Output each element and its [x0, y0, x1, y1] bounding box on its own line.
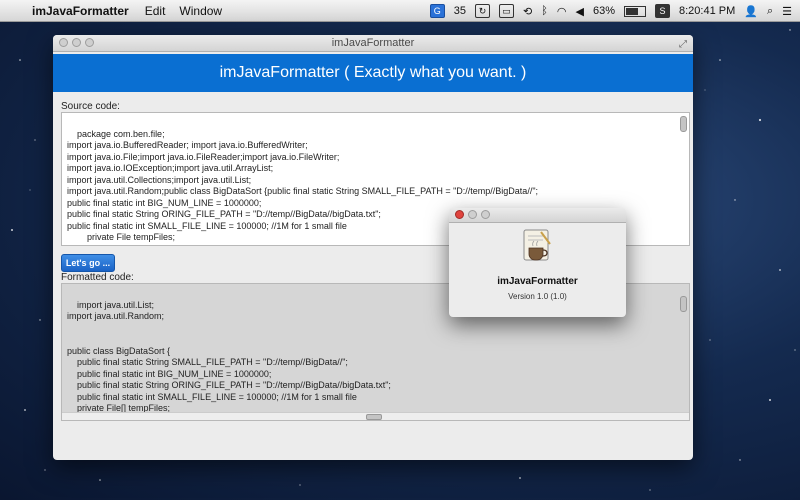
about-window-controls [455, 210, 490, 219]
about-app-name: imJavaFormatter [497, 276, 578, 287]
menu-app-name[interactable]: imJavaFormatter [32, 4, 129, 18]
window-title: imJavaFormatter [331, 37, 415, 49]
screen-icon[interactable]: ▭ [499, 4, 515, 18]
battery-percent: 63% [592, 5, 615, 17]
window-controls [59, 38, 94, 47]
source-code-label: Source code: [61, 101, 120, 112]
minimize-button[interactable] [72, 38, 81, 47]
status-area: G 35 ↻ ▭ ⟲ ᛒ ◠ ◀ 63% S 8:20:41 PM 👤 ⌕ ☰ [429, 0, 792, 22]
volume-icon[interactable]: ◀ [575, 5, 583, 18]
fullscreen-icon[interactable]: ⤢ [679, 37, 687, 53]
formatted-horizontal-scrollbar[interactable] [62, 412, 689, 420]
app-icon [523, 229, 551, 261]
menu-bar: imJavaFormatter Edit Window G 35 ↻ ▭ ⟲ ᛒ… [0, 0, 800, 22]
app-banner: imJavaFormatter ( Exactly what you want.… [53, 54, 693, 92]
app-status-icon[interactable]: G [429, 4, 445, 18]
about-version: Version 1.0 (1.0) [508, 292, 567, 301]
status-count: 35 [453, 5, 467, 17]
about-minimize-button[interactable] [468, 210, 477, 219]
window-titlebar[interactable]: imJavaFormatter ⤢ [53, 35, 693, 52]
formatted-scrollbar[interactable] [680, 296, 687, 312]
about-zoom-button[interactable] [481, 210, 490, 219]
zoom-button[interactable] [85, 38, 94, 47]
sync-icon[interactable]: ↻ [475, 4, 491, 18]
about-titlebar[interactable] [449, 208, 626, 223]
time-machine-icon[interactable]: ⟲ [523, 5, 532, 18]
clock[interactable]: 8:20:41 PM [679, 5, 735, 17]
battery-icon[interactable] [623, 5, 646, 17]
text-input-icon[interactable]: S [654, 4, 670, 18]
menu-window[interactable]: Window [179, 4, 222, 18]
formatted-code-text: import java.util.List; import java.util.… [67, 299, 391, 414]
lets-go-button[interactable]: Let's go ... [61, 254, 115, 272]
close-button[interactable] [59, 38, 68, 47]
about-panel: imJavaFormatter Version 1.0 (1.0) [449, 208, 626, 317]
bluetooth-icon[interactable]: ᛒ [541, 5, 548, 17]
formatted-code-label: Formatted code: [61, 272, 134, 283]
user-icon[interactable]: 👤 [744, 5, 758, 18]
source-scrollbar[interactable] [680, 116, 687, 132]
spotlight-search-icon[interactable]: ⌕ [767, 5, 773, 18]
wifi-icon[interactable]: ◠ [557, 5, 567, 18]
notification-center-icon[interactable]: ☰ [782, 5, 792, 18]
menu-edit[interactable]: Edit [145, 4, 166, 18]
about-close-button[interactable] [455, 210, 464, 219]
